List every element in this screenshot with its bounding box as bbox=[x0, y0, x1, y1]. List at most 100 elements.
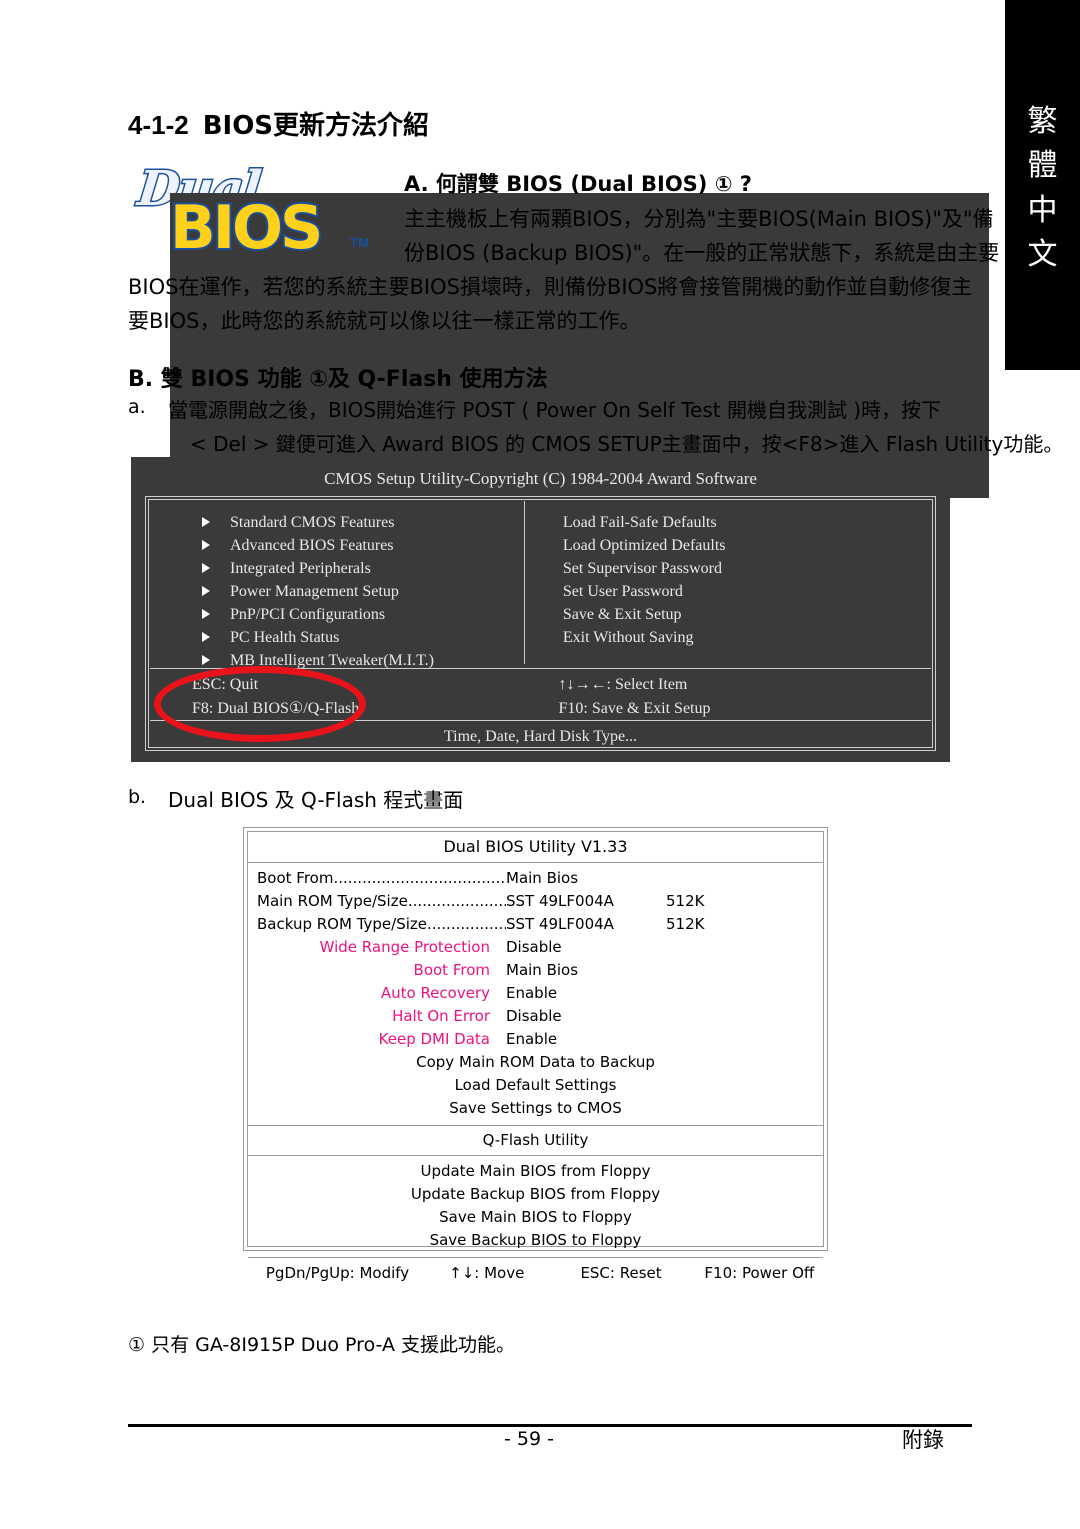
section-number: 4-1-2 bbox=[128, 110, 189, 140]
action-copy-main-rom-to-backup[interactable]: Copy Main ROM Data to Backup bbox=[248, 1051, 823, 1074]
cmos-menu-item-label: Save & Exit Setup bbox=[562, 606, 682, 623]
cmos-title-bar: CMOS Setup Utility-Copyright (C) 1984-20… bbox=[324, 469, 757, 488]
cmos-menu-item[interactable]: Exit Without Saving bbox=[525, 626, 931, 649]
list-item-a-marker: a. bbox=[128, 396, 146, 418]
triangle-right-icon bbox=[202, 517, 210, 527]
cmos-menu-item[interactable]: Load Optimized Defaults bbox=[525, 534, 931, 557]
cmos-menu-item[interactable]: PnP/PCI Configurations bbox=[150, 603, 524, 626]
cmos-menu-item-label: Set Supervisor Password bbox=[562, 560, 722, 577]
info-row-value: Main Bios bbox=[506, 869, 579, 887]
dual-bios-main-section: Boot From...............................… bbox=[248, 863, 823, 1126]
red-annotation-ellipse bbox=[154, 666, 366, 742]
language-tab-char-3: 中 bbox=[1027, 192, 1058, 228]
option-label-halt-on-error: Halt On Error bbox=[392, 1007, 490, 1025]
info-row-label: Main ROM Type/Size......................… bbox=[257, 892, 506, 910]
cmos-menu-item-label: Set User Password bbox=[562, 583, 683, 600]
cmos-menu-item[interactable]: Set Supervisor Password bbox=[525, 557, 931, 580]
cmos-menu: Standard CMOS Features Advanced BIOS Fea… bbox=[150, 501, 931, 669]
action-load-default-settings[interactable]: Load Default Settings bbox=[248, 1074, 823, 1097]
action-update-main-bios-from-floppy[interactable]: Update Main BIOS from Floppy bbox=[248, 1160, 823, 1183]
cmos-menu-item[interactable]: Standard CMOS Features bbox=[150, 511, 524, 534]
info-row-extra: 512K bbox=[666, 892, 705, 910]
part-a-line-3: BIOS在運作，若您的系統主要BIOS損壞時，則備份BIOS將會接管開機的動作並… bbox=[128, 275, 973, 299]
cmos-menu-item-label: Advanced BIOS Features bbox=[230, 537, 394, 554]
dual-bios-utility-title: Dual BIOS Utility V1.33 bbox=[443, 837, 628, 856]
option-value-auto-recovery: Enable bbox=[506, 984, 558, 1002]
footer-key-pgdn-pgup: PgDn/PgUp: Modify bbox=[265, 1264, 410, 1282]
cmos-menu-item[interactable]: Set User Password bbox=[525, 580, 931, 603]
action-save-settings-to-cmos[interactable]: Save Settings to CMOS bbox=[248, 1097, 823, 1120]
cmos-menu-item-label: Load Optimized Defaults bbox=[562, 537, 726, 554]
triangle-right-icon bbox=[202, 632, 210, 642]
cmos-menu-item-label: PnP/PCI Configurations bbox=[230, 606, 386, 623]
option-label-wide-range-protection: Wide Range Protection bbox=[319, 938, 490, 956]
qflash-title-section: Q-Flash Utility bbox=[248, 1126, 823, 1156]
table-row[interactable]: Auto Recovery Enable bbox=[248, 982, 823, 1005]
cmos-menu-item[interactable]: Power Management Setup bbox=[150, 580, 524, 603]
part-a-line-2: 份BIOS (Backup BIOS)"。在一般的正常狀態下，系統是由主要 bbox=[404, 241, 1000, 265]
qflash-actions-section: Update Main BIOS from Floppy Update Back… bbox=[248, 1156, 823, 1258]
cmos-menu-item[interactable]: Integrated Peripherals bbox=[150, 557, 524, 580]
cmos-menu-item-label: Integrated Peripherals bbox=[230, 560, 371, 577]
cmos-menu-item[interactable]: Advanced BIOS Features bbox=[150, 534, 524, 557]
triangle-right-icon bbox=[202, 586, 210, 596]
language-tab-char-4: 文 bbox=[1027, 237, 1058, 273]
info-row-extra: 512K bbox=[666, 915, 705, 933]
cmos-menu-item[interactable]: PC Health Status bbox=[150, 626, 524, 649]
language-tab-char-2: 體 bbox=[1027, 148, 1058, 184]
dual-bios-logo: Dual BIOS TM bbox=[128, 160, 989, 498]
list-item-b-marker: b. bbox=[128, 786, 147, 808]
footnote: ① 只有 GA-8I915P Duo Pro-A 支援此功能。 bbox=[128, 1334, 516, 1356]
part-b-heading: B. 雙 BIOS 功能 ①及 Q-Flash 使用方法 bbox=[128, 367, 548, 392]
footer-key-f10-power-off: F10: Power Off bbox=[704, 1264, 815, 1282]
section-title: BIOS更新方法介紹 bbox=[202, 111, 430, 141]
table-row[interactable]: Boot From Main Bios bbox=[248, 959, 823, 982]
dual-bios-footer-keys: PgDn/PgUp: Modify ↑↓: Move ESC: Reset F1… bbox=[248, 1258, 823, 1288]
triangle-right-icon bbox=[202, 609, 210, 619]
triangle-right-icon bbox=[202, 540, 210, 550]
page-content: 4-1-2 BIOS更新方法介紹 Dual BIOS TM A. 何謂雙 BIOS… bbox=[0, 0, 1063, 1529]
logo-trademark-text: TM bbox=[350, 235, 369, 250]
part-a-heading: A. 何謂雙 BIOS (Dual BIOS) ① ? bbox=[404, 172, 752, 196]
table-row[interactable]: Keep DMI Data Enable bbox=[248, 1028, 823, 1051]
option-label-keep-dmi-data: Keep DMI Data bbox=[378, 1030, 490, 1048]
cmos-menu-item-label: Load Fail-Safe Defaults bbox=[562, 514, 717, 531]
table-row[interactable]: Wide Range Protection Disable bbox=[248, 936, 823, 959]
qflash-utility-title: Q-Flash Utility bbox=[482, 1131, 589, 1149]
info-row-value: SST 49LF004A bbox=[506, 892, 614, 910]
cmos-menu-item[interactable]: Save & Exit Setup bbox=[525, 603, 931, 626]
action-update-backup-bios-from-floppy[interactable]: Update Backup BIOS from Floppy bbox=[248, 1183, 823, 1206]
action-save-main-bios-to-floppy[interactable]: Save Main BIOS to Floppy bbox=[248, 1206, 823, 1229]
option-value-halt-on-error: Disable bbox=[506, 1007, 562, 1025]
action-save-backup-bios-to-floppy[interactable]: Save Backup BIOS to Floppy bbox=[248, 1229, 823, 1252]
cmos-menu-left-column: Standard CMOS Features Advanced BIOS Fea… bbox=[150, 501, 525, 669]
dual-bios-title-section: Dual BIOS Utility V1.33 bbox=[248, 832, 823, 863]
table-row: Backup ROM Type/Size....................… bbox=[248, 913, 823, 936]
footer-key-move: ↑↓: Move bbox=[449, 1264, 525, 1282]
list-item-a-line-2: < Del > 鍵便可進入 Award BIOS 的 CMOS SETUP主畫面… bbox=[190, 432, 1064, 456]
footer-divider-left bbox=[128, 1424, 398, 1427]
cmos-key-legend-right: ↑↓→←: Select Item F10: Save & Exit Setup bbox=[541, 669, 932, 721]
cmos-menu-item-label: Exit Without Saving bbox=[562, 629, 694, 646]
info-row-value: SST 49LF004A bbox=[506, 915, 614, 933]
option-value-keep-dmi-data: Enable bbox=[506, 1030, 558, 1048]
footer-key-esc-reset: ESC: Reset bbox=[580, 1264, 662, 1282]
cmos-menu-item[interactable]: Load Fail-Safe Defaults bbox=[525, 511, 931, 534]
triangle-right-icon bbox=[202, 563, 210, 573]
cmos-key-select-item: ↑↓→←: Select Item bbox=[558, 676, 688, 693]
option-label-auto-recovery: Auto Recovery bbox=[380, 984, 490, 1002]
page-number: - 59 - bbox=[504, 1428, 554, 1450]
cmos-menu-item-label: PC Health Status bbox=[230, 629, 340, 646]
table-row: Main ROM Type/Size......................… bbox=[248, 890, 823, 913]
footer-chapter-label: 附錄 bbox=[902, 1428, 944, 1452]
page-title: 4-1-2 BIOS更新方法介紹 bbox=[128, 105, 429, 142]
list-item-b-line-1: Dual BIOS 及 Q-Flash 程式畫面 bbox=[168, 788, 464, 812]
part-a-line-1: 主主機板上有兩顆BIOS，分別為"主要BIOS(Main BIOS)"及"備 bbox=[404, 207, 994, 231]
table-row[interactable]: Halt On Error Disable bbox=[248, 1005, 823, 1028]
option-label-boot-from: Boot From bbox=[413, 961, 490, 979]
info-row-label: Backup ROM Type/Size....................… bbox=[257, 915, 506, 933]
language-tab: 繁 體 中 文 bbox=[1005, 0, 1080, 370]
option-value-boot-from: Main Bios bbox=[506, 961, 579, 979]
part-a-line-4: 要BIOS，此時您的系統就可以像以往一樣正常的工作。 bbox=[128, 309, 641, 333]
table-row: Boot From...............................… bbox=[248, 867, 823, 890]
